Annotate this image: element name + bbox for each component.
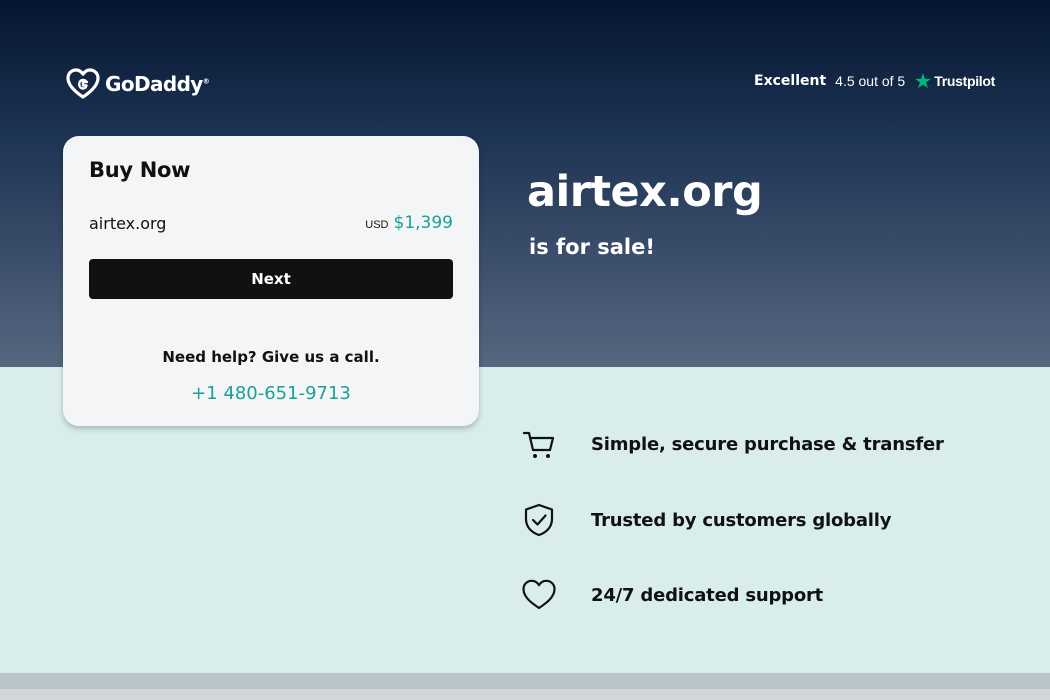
feature-item: Trusted by customers globally <box>521 502 891 538</box>
rating-score: 4.5 out of 5 <box>835 73 906 89</box>
godaddy-heart-icon <box>66 68 100 99</box>
buy-now-card: Buy Now airtex.org USD $1,399 Next Need … <box>63 136 479 426</box>
cart-icon <box>522 431 555 458</box>
price-currency: USD <box>365 219 389 231</box>
logo-wordmark: GoDaddy® <box>105 72 210 96</box>
trustpilot-star-icon <box>915 73 932 89</box>
card-title: Buy Now <box>89 158 191 182</box>
feature-item: Simple, secure purchase & transfer <box>521 426 944 462</box>
shield-check-icon <box>524 503 554 537</box>
trustpilot-logo: Trustpilot <box>914 72 995 90</box>
rating-label: Excellent <box>754 73 827 89</box>
feature-label: Trusted by customers globally <box>591 509 892 531</box>
footer-bar <box>0 673 1050 689</box>
card-domain-name: airtex.org <box>89 214 167 233</box>
trustpilot-rating[interactable]: Excellent 4.5 out of 5 Trustpilot <box>754 72 995 90</box>
help-text: Need help? Give us a call. <box>162 348 380 366</box>
trustpilot-wordmark: Trustpilot <box>934 73 995 89</box>
price: USD $1,399 <box>365 213 453 233</box>
godaddy-logo[interactable]: GoDaddy® <box>66 68 210 100</box>
for-sale-subtitle: is for sale! <box>529 235 655 259</box>
feature-item: 24/7 dedicated support <box>521 577 823 613</box>
next-button[interactable]: Next <box>89 259 453 299</box>
feature-label: Simple, secure purchase & transfer <box>591 433 944 455</box>
phone-link[interactable]: +1 480-651-9713 <box>63 383 479 404</box>
feature-label: 24/7 dedicated support <box>591 584 824 606</box>
heart-icon <box>522 579 556 610</box>
price-amount: $1,399 <box>393 213 453 233</box>
footer-strip <box>0 689 1050 700</box>
domain-title: airtex.org <box>527 167 763 217</box>
